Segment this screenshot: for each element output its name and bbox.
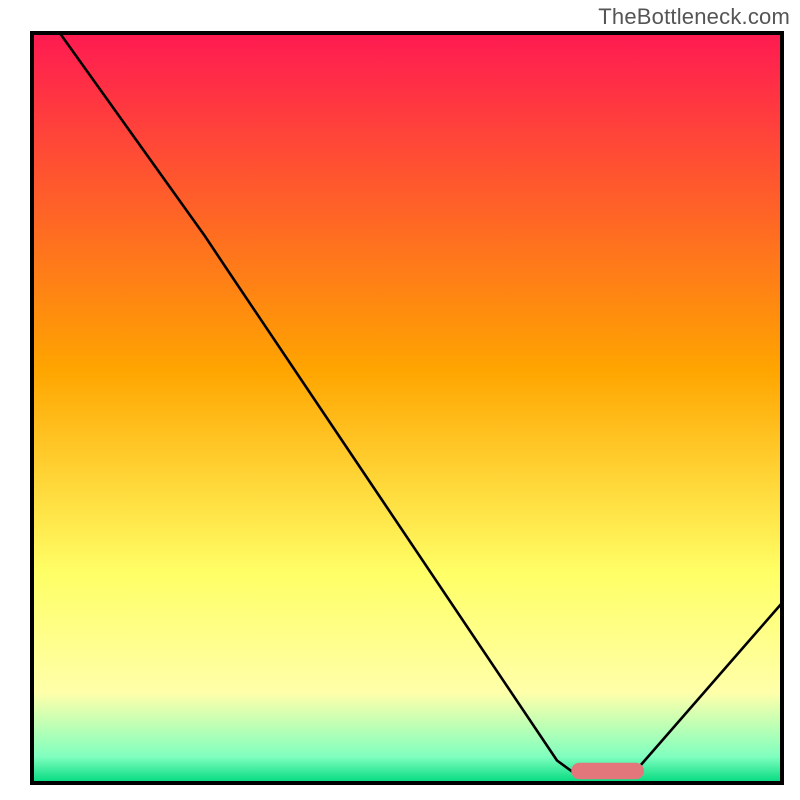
- bottleneck-chart: [0, 0, 800, 800]
- watermark-text: TheBottleneck.com: [598, 4, 790, 30]
- chart-container: TheBottleneck.com: [0, 0, 800, 800]
- plot-background: [32, 33, 782, 783]
